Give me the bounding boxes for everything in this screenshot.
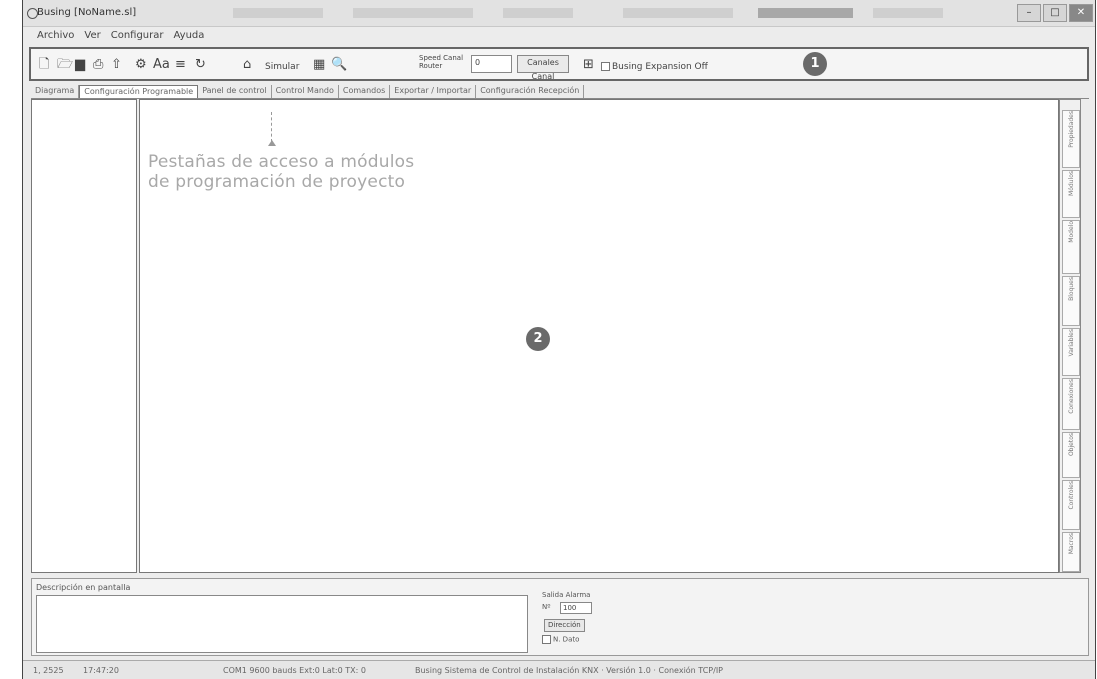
side-tab[interactable]: Módulos <box>1062 170 1080 218</box>
data-checkbox-row[interactable]: N. Dato <box>542 635 579 644</box>
side-tab[interactable]: Macros <box>1062 532 1080 572</box>
status-position: 1, 2525 <box>33 666 64 675</box>
save-icon[interactable]: ▆ <box>75 58 85 72</box>
grid-icon[interactable]: ▦ <box>313 58 325 72</box>
clear-channel-button[interactable]: Canales Canal <box>517 55 569 81</box>
data-checkbox[interactable] <box>542 635 551 644</box>
side-tab[interactable]: Bloques <box>1062 276 1080 326</box>
title-bar: Busing [NoName.sl] – □ ✕ <box>23 0 1095 27</box>
title-bar-pattern <box>353 8 473 18</box>
side-tab[interactable]: Modelo <box>1062 220 1080 274</box>
status-port: COM1 9600 bauds Ext:0 Lat:0 TX: 0 <box>223 666 366 675</box>
annotation-line-1: Pestañas de acceso a módulos <box>148 152 415 172</box>
number-label: Nº <box>542 603 551 611</box>
upload-icon[interactable]: ⇧ <box>111 58 122 72</box>
expansion-toggle[interactable]: Busing Expansion Off <box>601 60 708 74</box>
tab-exportar[interactable]: Exportar / Importar <box>390 85 477 98</box>
data-checkbox-label: N. Dato <box>553 635 580 644</box>
status-time: 17:47:20 <box>83 666 119 675</box>
menu-bar: Archivo Ver Configurar Ayuda <box>23 27 1095 44</box>
side-tab[interactable]: Propiedades <box>1062 110 1080 168</box>
menu-archivo[interactable]: Archivo <box>37 30 74 41</box>
side-tab[interactable]: Controles <box>1062 480 1080 530</box>
font-icon[interactable]: Aa <box>153 58 170 72</box>
zoom-icon[interactable]: 🔍 <box>331 58 347 72</box>
menu-ver[interactable]: Ver <box>84 30 100 41</box>
module-tabs: Diagrama Configuración Programable Panel… <box>31 85 1089 99</box>
window-controls: – □ ✕ <box>1017 4 1093 22</box>
annotation-text: Pestañas de acceso a módulos de programa… <box>148 152 448 192</box>
title-bar-pattern <box>758 8 853 18</box>
direction-button[interactable]: Dirección <box>544 619 585 632</box>
tab-comandos[interactable]: Comandos <box>339 85 391 98</box>
speed-input[interactable]: 0 <box>471 55 512 73</box>
side-tab[interactable]: Variables <box>1062 328 1080 376</box>
properties-icon[interactable]: ⚙ <box>135 58 147 72</box>
number-input[interactable]: 100 <box>560 602 592 614</box>
bottom-panel: Descripción en pantalla Salida Alarma Nº… <box>31 578 1089 656</box>
title-bar-pattern <box>503 8 573 18</box>
new-file-icon[interactable]: 🗋 <box>39 58 49 72</box>
status-bar: 1, 2525 17:47:20 COM1 9600 bauds Ext:0 L… <box>23 660 1095 679</box>
menu-configurar[interactable]: Configurar <box>111 30 164 41</box>
expansion-label: Busing Expansion Off <box>612 62 708 72</box>
tab-diagrama[interactable]: Diagrama <box>31 85 80 98</box>
tab-control-mando[interactable]: Control Mando <box>272 85 339 98</box>
bus-icon[interactable]: ⊞ <box>583 58 594 72</box>
description-label: Descripción en pantalla <box>36 583 131 592</box>
refresh-icon[interactable]: ↻ <box>195 58 206 72</box>
speed-label: Speed Canal Router <box>419 54 464 70</box>
app-window: Busing [NoName.sl] – □ ✕ Archivo Ver Con… <box>22 0 1096 679</box>
maximize-button[interactable]: □ <box>1043 4 1067 22</box>
tab-recepcion[interactable]: Configuración Recepción <box>476 85 585 98</box>
title-bar-pattern <box>233 8 323 18</box>
callout-badge-2: 2 <box>526 327 550 351</box>
expansion-checkbox[interactable] <box>601 62 610 71</box>
simulate-button[interactable]: Simular <box>265 60 299 74</box>
alarm-panel-title: Salida Alarma <box>542 591 591 599</box>
tab-panel-control[interactable]: Panel de control <box>198 85 272 98</box>
minimize-button[interactable]: – <box>1017 4 1041 22</box>
open-folder-icon[interactable]: 🗁 <box>57 58 73 72</box>
align-icon[interactable]: ≡ <box>175 58 186 72</box>
window-title: Busing [NoName.sl] <box>37 7 137 18</box>
side-tab[interactable]: Conexiones <box>1062 378 1080 430</box>
close-button[interactable]: ✕ <box>1069 4 1093 22</box>
menu-ayuda[interactable]: Ayuda <box>174 30 205 41</box>
project-tree-panel[interactable] <box>31 99 137 573</box>
title-bar-pattern <box>623 8 733 18</box>
callout-badge-1: 1 <box>803 52 827 76</box>
tab-configuracion[interactable]: Configuración Programable <box>79 85 199 98</box>
annotation-line-2: de programación de proyecto <box>148 172 406 192</box>
side-tab[interactable]: Objetos <box>1062 432 1080 478</box>
print-icon[interactable]: ⎙ <box>93 58 103 72</box>
description-textarea[interactable] <box>36 595 528 653</box>
title-bar-pattern <box>873 8 943 18</box>
home-icon[interactable]: ⌂ <box>243 58 251 72</box>
callout-arrow-icon <box>268 112 276 146</box>
toolbar: 🗋 🗁 ▆ ⎙ ⇧ ⚙ Aa ≡ ↻ ⌂ Simular ▦ 🔍 Speed C… <box>29 47 1089 81</box>
status-message: Busing Sistema de Control de Instalación… <box>415 666 723 675</box>
side-tab-strip: Propiedades Módulos Modelo Bloques Varia… <box>1059 99 1081 573</box>
